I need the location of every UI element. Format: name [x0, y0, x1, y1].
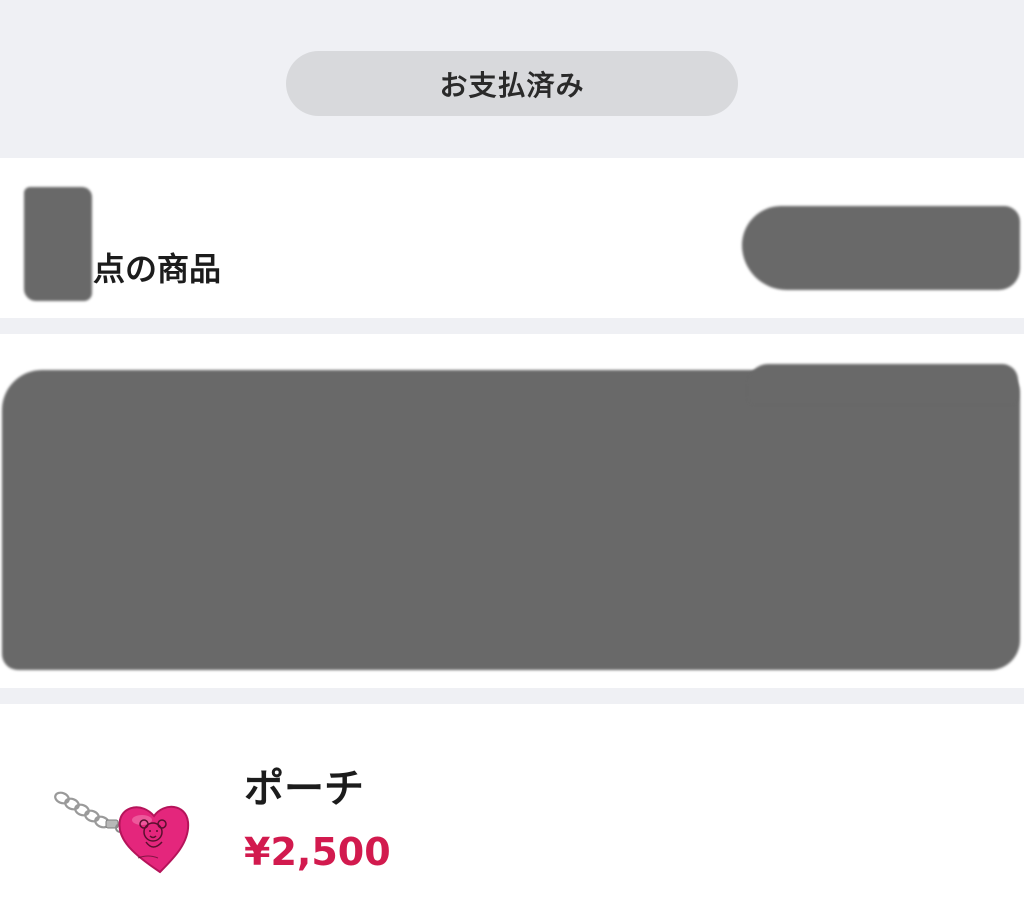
payment-status-button[interactable]: お支払済み	[286, 51, 738, 116]
product-thumbnail[interactable]	[50, 780, 200, 880]
redacted-shipping-details	[2, 370, 1020, 670]
redacted-shipping-details-edge	[748, 364, 1018, 404]
heart-keychain-icon	[54, 791, 190, 874]
product-name: ポーチ	[244, 766, 364, 812]
order-summary-row: 点の商品	[0, 158, 1024, 318]
items-count-label: 点の商品	[93, 250, 222, 288]
redacted-item-count	[24, 187, 92, 301]
section-divider	[0, 318, 1024, 334]
redacted-order-total	[742, 206, 1020, 290]
product-price: ¥2,500	[244, 830, 391, 874]
header-band: お支払済み	[0, 0, 1024, 158]
payment-status-label: お支払済み	[439, 68, 585, 102]
shipping-info-section	[0, 334, 1024, 688]
section-divider	[0, 688, 1024, 704]
product-list-item[interactable]: ポーチ ¥2,500	[0, 704, 1024, 921]
